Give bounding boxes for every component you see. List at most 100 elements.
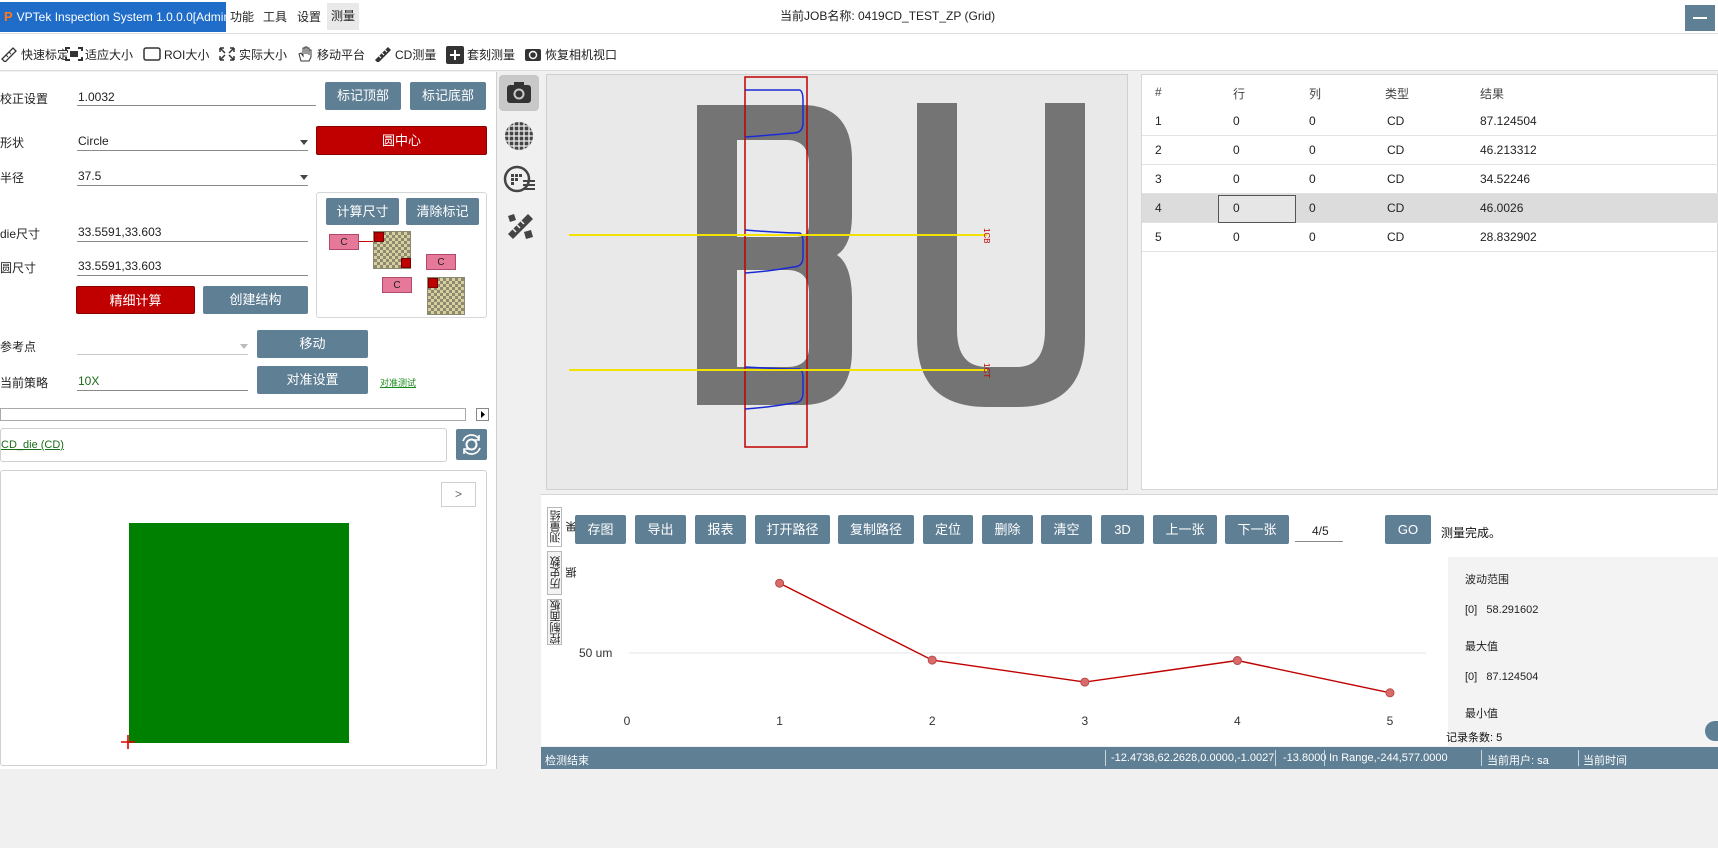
page-indicator: 4/5 bbox=[1312, 524, 1329, 538]
die-size-value: 33.5591,33.603 bbox=[78, 225, 162, 239]
shape-select[interactable]: Circle bbox=[78, 134, 109, 148]
horizontal-scrollbar[interactable] bbox=[0, 408, 466, 421]
col-header-type[interactable]: 类型 bbox=[1385, 85, 1409, 102]
save-image-button[interactable]: 存图 bbox=[575, 515, 626, 544]
move-stage-button[interactable]: 移动平台 bbox=[296, 44, 365, 64]
shape-dropdown-icon[interactable] bbox=[300, 140, 308, 145]
col-header-result[interactable]: 结果 bbox=[1480, 85, 1504, 102]
image-view[interactable]: BU 1CB 1CT bbox=[546, 74, 1128, 490]
roi-size-button[interactable]: ROI大小 bbox=[143, 44, 209, 64]
help-tab[interactable] bbox=[1705, 721, 1718, 741]
strategy-value[interactable]: 10X bbox=[78, 374, 99, 388]
cell-row-editing[interactable] bbox=[1218, 195, 1296, 223]
bottom-panel: 测量结果 历史数据 控制面板 存图 导出 报表 打开路径 复制路径 定位 删除 … bbox=[541, 494, 1718, 747]
camera-tab[interactable] bbox=[499, 75, 539, 111]
page-underline bbox=[1295, 541, 1343, 542]
cell-result: 28.832902 bbox=[1480, 230, 1537, 244]
toolbar: 快速标定 适应大小 ROI大小 实际大小 移动平台 CD测量 套刻测量 恢复相机… bbox=[0, 34, 1718, 71]
go-button[interactable]: GO bbox=[1385, 515, 1431, 544]
plus-icon bbox=[446, 46, 464, 64]
record-count: 记录条数: 5 bbox=[1446, 732, 1503, 744]
align-setting-button[interactable]: 对准设置 bbox=[257, 366, 368, 394]
open-path-button[interactable]: 打开路径 bbox=[755, 515, 830, 544]
delete-button[interactable]: 删除 bbox=[982, 515, 1033, 544]
overlay-measure-button[interactable]: 套刻测量 bbox=[446, 44, 515, 64]
calib-value[interactable]: 1.0032 bbox=[78, 90, 115, 104]
actual-size-button[interactable]: 实际大小 bbox=[218, 44, 287, 64]
x-tick-label: 2 bbox=[929, 714, 936, 728]
table-row[interactable]: 3 0 0 CD 34.52246 bbox=[1142, 165, 1718, 194]
export-button[interactable]: 导出 bbox=[635, 515, 686, 544]
fine-calc-button[interactable]: 精细计算 bbox=[76, 286, 195, 314]
data-point[interactable] bbox=[1385, 688, 1395, 698]
restore-camera-button[interactable]: 恢复相机视口 bbox=[524, 44, 617, 64]
next-button[interactable]: > bbox=[441, 482, 476, 507]
status-time: 当前时间 bbox=[1583, 755, 1627, 767]
data-point[interactable] bbox=[775, 578, 785, 588]
max-value: [0] 87.124504 bbox=[1465, 671, 1539, 683]
radius-label: 半径 bbox=[0, 171, 25, 185]
radius-select[interactable]: 37.5 bbox=[78, 169, 101, 183]
table-row-selected[interactable]: 4 0 0 CD 46.0026 bbox=[1142, 194, 1718, 223]
tools-icon[interactable] bbox=[504, 210, 536, 242]
status-range: In Range,-244,577.0000 bbox=[1329, 752, 1448, 764]
wafer-list-icon[interactable] bbox=[503, 164, 537, 196]
x-tick-label: 3 bbox=[1081, 714, 1088, 728]
data-point[interactable] bbox=[1080, 677, 1090, 687]
cell-col: 0 bbox=[1309, 143, 1316, 157]
prev-image-button[interactable]: 上一张 bbox=[1153, 515, 1217, 544]
tab-measure-result[interactable]: 测量结果 bbox=[547, 507, 578, 547]
restore-camera-label: 恢复相机视口 bbox=[545, 47, 618, 62]
col-header-index[interactable]: # bbox=[1155, 85, 1162, 99]
strategy-underline bbox=[77, 390, 248, 391]
scroll-right-button[interactable] bbox=[476, 408, 489, 421]
fit-size-button[interactable]: 适应大小 bbox=[64, 44, 133, 64]
tab-control-panel[interactable]: 控制面板 bbox=[547, 599, 562, 645]
item-link[interactable]: CD_die (CD) bbox=[1, 439, 64, 451]
mark-bottom-button[interactable]: 标记底部 bbox=[410, 82, 486, 110]
status-user: 当前用户: sa bbox=[1487, 755, 1549, 767]
data-point[interactable] bbox=[1232, 656, 1242, 666]
report-button[interactable]: 报表 bbox=[695, 515, 746, 544]
roi-size-label: ROI大小 bbox=[164, 47, 210, 62]
table-row[interactable]: 5 0 0 CD 28.832902 bbox=[1142, 223, 1718, 252]
menu-function[interactable]: 功能 bbox=[230, 8, 254, 25]
menu-settings[interactable]: 设置 bbox=[297, 8, 321, 25]
ref-point-label: 参考点 bbox=[0, 340, 37, 354]
cell-col: 0 bbox=[1309, 172, 1316, 186]
calc-size-button[interactable]: 计算尺寸 bbox=[326, 198, 399, 225]
calc-box: 计算尺寸 清除标记 C C C bbox=[316, 192, 487, 318]
col-header-col[interactable]: 列 bbox=[1309, 85, 1321, 102]
quick-calibrate-button[interactable]: 快速标定 bbox=[0, 44, 69, 64]
col-header-row[interactable]: 行 bbox=[1233, 85, 1245, 102]
grid-wafer-icon[interactable] bbox=[503, 120, 535, 152]
menu-tools[interactable]: 工具 bbox=[263, 8, 287, 25]
status-bar: 检测结束 -12.4738,62.2628,0.0000,-1.0027 -13… bbox=[541, 747, 1718, 769]
table-row[interactable]: 1 0 0 CD 87.124504 bbox=[1142, 107, 1718, 136]
clear-button[interactable]: 清空 bbox=[1041, 515, 1092, 544]
sync-button[interactable] bbox=[456, 429, 487, 460]
copy-path-button[interactable]: 复制路径 bbox=[838, 515, 914, 544]
menu-measure[interactable]: 测量 bbox=[327, 3, 360, 30]
locate-button[interactable]: 定位 bbox=[923, 515, 973, 544]
cd-measure-button[interactable]: CD测量 bbox=[374, 44, 436, 64]
move-button[interactable]: 移动 bbox=[257, 330, 368, 358]
3d-button[interactable]: 3D bbox=[1101, 515, 1144, 544]
align-test-link[interactable]: 对准测试 bbox=[380, 376, 416, 389]
radius-dropdown-icon[interactable] bbox=[300, 175, 308, 180]
data-point[interactable] bbox=[927, 655, 937, 665]
result-table: # 行 列 类型 结果 1 0 0 CD 87.124504 2 0 0 CD … bbox=[1141, 74, 1718, 490]
table-row[interactable]: 2 0 0 CD 46.213312 bbox=[1142, 136, 1718, 165]
circle-center-button[interactable]: 圆中心 bbox=[316, 126, 487, 155]
cell-type: CD bbox=[1387, 230, 1405, 244]
minimize-button[interactable] bbox=[1685, 5, 1715, 31]
cell-result: 34.52246 bbox=[1480, 172, 1531, 186]
next-image-button[interactable]: 下一张 bbox=[1225, 515, 1289, 544]
create-struct-button[interactable]: 创建结构 bbox=[203, 286, 308, 314]
ref-point-dropdown-icon[interactable] bbox=[240, 344, 248, 349]
mark-top-button[interactable]: 标记顶部 bbox=[325, 82, 401, 110]
cell-row: 0 bbox=[1233, 230, 1240, 244]
clear-mark-button[interactable]: 清除标记 bbox=[406, 198, 479, 225]
tab-history[interactable]: 历史数据 bbox=[547, 551, 578, 595]
ruler-icon bbox=[0, 46, 18, 63]
